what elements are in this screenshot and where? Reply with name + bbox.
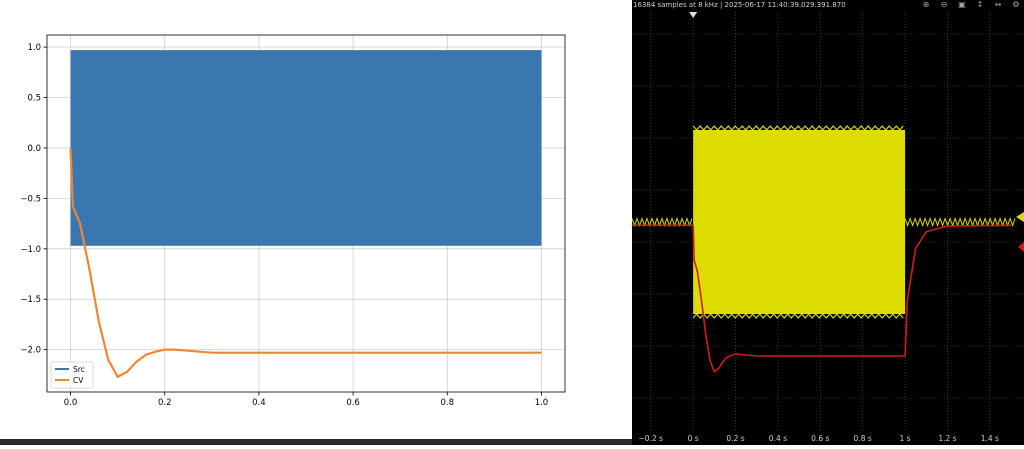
zoom-horizontal-icon[interactable]: ↔ xyxy=(992,0,1004,9)
legend-label-src: Src xyxy=(73,365,85,374)
scope-yellow-burst-bottom-edge xyxy=(692,313,904,319)
x-tick-label: 0.2 xyxy=(158,398,172,408)
y-tick-label: −1.0 xyxy=(20,245,41,255)
scope-x-tick-label: 0.4 s xyxy=(769,434,787,443)
scope-toolbar-icons: ⊕ ⊖ ▣ ↕ ↔ ⚙ xyxy=(914,0,1022,9)
y-tick-label: 0.5 xyxy=(27,94,41,104)
oscilloscope-chart: −0.2 s 0 s 0.2 s 0.4 s 0.6 s 0.8 s 1 s 1.2 s 1.4… xyxy=(619,12,1024,443)
oscilloscope-panel: −0.2 s 0 s 0.2 s 0.4 s 0.6 s 0.8 s 1 s 1.2 s 1.4… xyxy=(619,0,1024,445)
scope-yellow-baseline-left xyxy=(631,217,693,227)
matplotlib-chart: 0.0 0.2 0.4 0.6 0.8 1.0 1.0 0.5 0.0 −0.5 −1.0 −1.5 −… xyxy=(20,34,566,408)
legend: Src CV xyxy=(50,361,94,389)
scope-x-tick-label: 1.2 s xyxy=(938,434,956,443)
x-tick-label: 0.6 xyxy=(346,398,360,408)
y-tick-label: 1.0 xyxy=(27,43,41,53)
plot-panel: 0.0 0.2 0.4 0.6 0.8 1.0 1.0 0.5 0.0 −0.5 −1.0 −1.5 −… xyxy=(0,0,632,445)
scope-x-tick-label: 0.8 s xyxy=(854,434,872,443)
zoom-out-icon[interactable]: ⊖ xyxy=(938,0,950,9)
channel-yellow-marker-icon xyxy=(1016,212,1024,222)
scope-x-tick-label: −0.2 s xyxy=(639,434,664,443)
settings-icon[interactable]: ⚙ xyxy=(1010,0,1022,9)
scope-x-tick-label: 1 s xyxy=(900,434,911,443)
y-tick-label: −2.0 xyxy=(20,346,41,356)
scope-yellow-baseline-right xyxy=(904,217,1016,227)
scope-yellow-burst-top-edge xyxy=(692,125,904,131)
scope-x-tick-label: 0 s xyxy=(688,434,699,443)
y-tick-label: −0.5 xyxy=(20,194,41,204)
scope-x-tick-label: 0.2 s xyxy=(726,434,744,443)
x-tick-label: 0.8 xyxy=(441,398,455,408)
y-tick-label: 0.0 xyxy=(27,144,41,154)
x-tick-label: 0.0 xyxy=(64,398,78,408)
y-tick-label: −1.5 xyxy=(20,295,41,305)
scope-status-text: 16384 samples at 8 kHz | 2025-06-17 11:4… xyxy=(633,1,846,9)
legend-box xyxy=(50,361,94,389)
channel-red-marker-icon xyxy=(1018,242,1024,252)
legend-label-cv: CV xyxy=(73,376,84,385)
zoom-vertical-icon[interactable]: ↕ xyxy=(974,0,986,9)
scope-toolbar: 16384 samples at 8 kHz | 2025-06-17 11:4… xyxy=(632,0,1024,12)
zoom-in-icon[interactable]: ⊕ xyxy=(920,0,932,9)
window-bottom-strip xyxy=(0,439,632,445)
scope-x-tick-label: 1.4 s xyxy=(981,434,999,443)
x-tick-label: 0.4 xyxy=(252,398,266,408)
zoom-fit-icon[interactable]: ▣ xyxy=(956,0,968,9)
x-tick-label: 1.0 xyxy=(535,398,549,408)
series-src-band xyxy=(70,50,542,246)
scope-yellow-burst xyxy=(693,130,906,314)
trigger-marker-icon xyxy=(689,12,698,18)
scope-x-tick-label: 0.6 s xyxy=(811,434,829,443)
